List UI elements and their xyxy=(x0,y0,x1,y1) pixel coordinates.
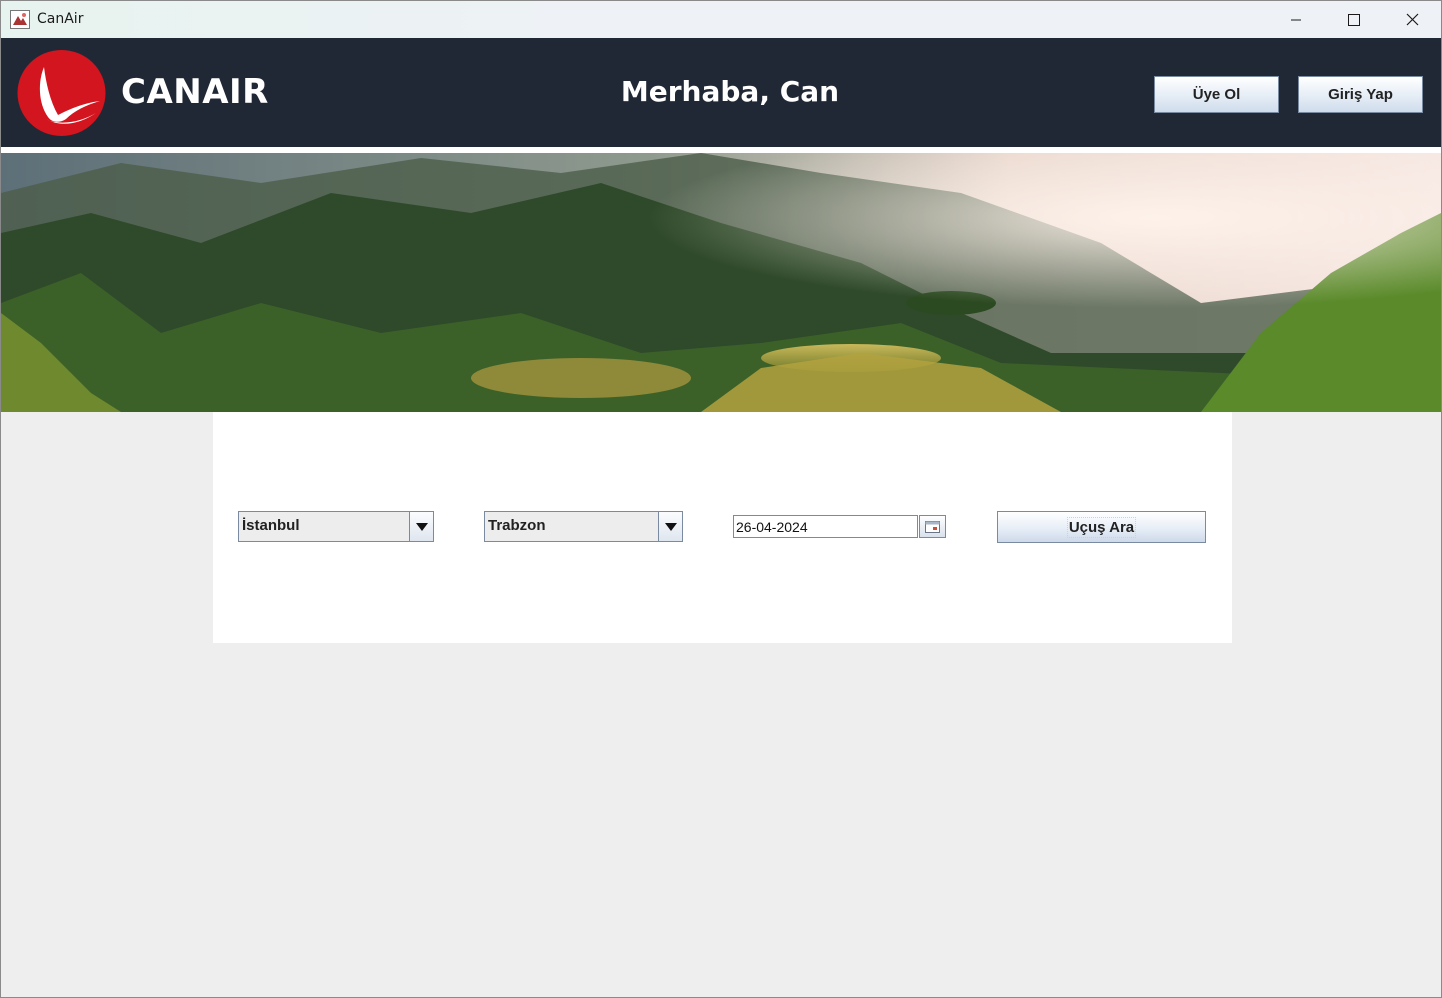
login-button[interactable]: Giriş Yap xyxy=(1298,76,1423,113)
date-picker-button[interactable] xyxy=(919,515,946,538)
chevron-down-icon xyxy=(415,522,428,531)
to-city-value: Trabzon xyxy=(488,517,546,534)
banner-image xyxy=(1,153,1441,412)
maximize-button[interactable] xyxy=(1325,1,1383,38)
to-city-select[interactable]: Trabzon xyxy=(484,511,683,542)
from-city-dropdown-button[interactable] xyxy=(409,512,433,541)
minimize-button[interactable] xyxy=(1267,1,1325,38)
minimize-icon xyxy=(1291,19,1301,20)
to-city-dropdown-button[interactable] xyxy=(658,512,682,541)
flight-search-panel: İstanbul Trabzon 26-04-2024 Uçuş Ara xyxy=(213,412,1232,643)
chevron-down-icon xyxy=(664,522,677,531)
brand-name: CANAIR xyxy=(121,72,269,112)
window-title: CanAir xyxy=(37,11,84,27)
close-button[interactable] xyxy=(1383,1,1441,38)
bird-logo-icon xyxy=(17,50,106,136)
from-city-select[interactable]: İstanbul xyxy=(238,511,434,542)
app-header: CANAIR Merhaba, Can Üye Ol Giriş Yap xyxy=(1,38,1441,147)
greeting-text: Merhaba, Can xyxy=(620,75,840,108)
app-icon xyxy=(10,10,30,29)
calendar-icon xyxy=(925,520,940,533)
close-icon xyxy=(1406,13,1418,26)
register-button[interactable]: Üye Ol xyxy=(1154,76,1279,113)
maximize-icon xyxy=(1348,13,1360,26)
title-bar[interactable]: CanAir xyxy=(1,1,1441,38)
search-flights-label: Uçuş Ara xyxy=(1066,516,1137,538)
search-flights-button[interactable]: Uçuş Ara xyxy=(997,511,1206,543)
date-field[interactable]: 26-04-2024 xyxy=(733,515,918,538)
app-window: CanAir CANAIR Merhaba, Can Üye Ol Giriş … xyxy=(0,0,1442,998)
from-city-value: İstanbul xyxy=(242,517,300,534)
